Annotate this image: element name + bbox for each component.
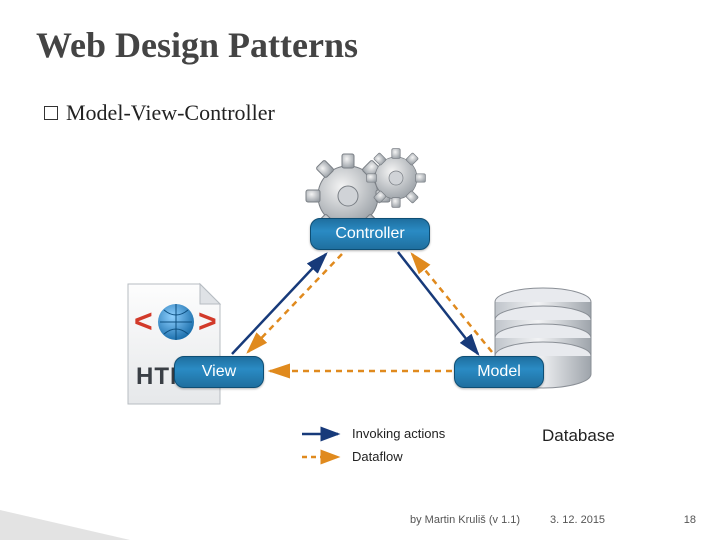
legend: Invoking actions Dataflow — [300, 426, 445, 472]
legend-dataflow-label: Dataflow — [352, 449, 403, 464]
legend-arrow-dashed-icon — [300, 451, 342, 463]
node-view: View — [174, 356, 264, 388]
mvc-diagram: < > HTML — [0, 130, 720, 450]
footer-date: 3. 12. 2015 — [550, 514, 605, 526]
database-label: Database — [542, 426, 615, 446]
footer-author: by Martin Kruliš (v 1.1) — [410, 514, 520, 526]
corner-decoration — [0, 510, 130, 540]
legend-dataflow: Dataflow — [300, 449, 445, 464]
bullet-box-icon — [44, 106, 58, 120]
slide-subtitle: Model-View-Controller — [66, 100, 275, 126]
legend-arrow-solid-icon — [300, 428, 342, 440]
legend-invoking: Invoking actions — [300, 426, 445, 441]
legend-invoking-label: Invoking actions — [352, 426, 445, 441]
node-model: Model — [454, 356, 544, 388]
bullet-row: Model-View-Controller — [44, 100, 275, 126]
footer-page: 18 — [684, 514, 696, 526]
slide-title: Web Design Patterns — [36, 24, 358, 66]
arrows-layer — [0, 130, 720, 450]
node-controller: Controller — [310, 218, 430, 250]
